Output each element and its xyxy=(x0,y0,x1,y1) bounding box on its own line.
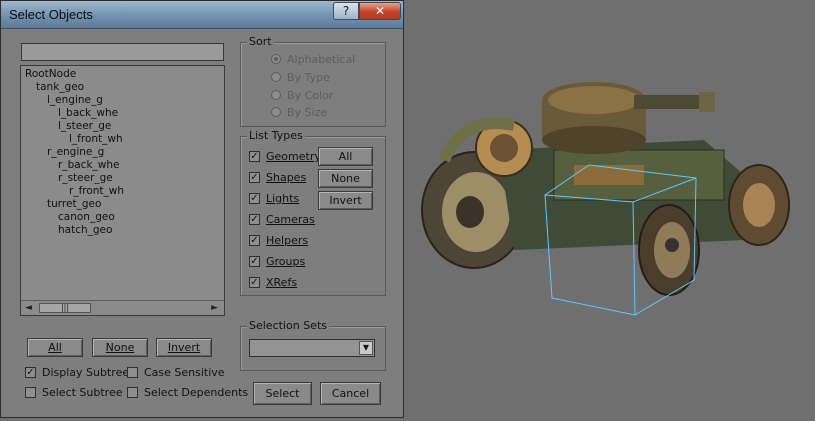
tree-node[interactable]: RootNode xyxy=(25,68,76,81)
select-button[interactable]: Select xyxy=(253,382,312,405)
list-type-xrefs-checkbox[interactable]: ✓ xyxy=(249,277,260,288)
list-type-geometry-checkbox[interactable]: ✓ xyxy=(249,151,260,162)
scroll-right-icon[interactable]: ► xyxy=(211,303,218,313)
horizontal-scrollbar[interactable]: ◄ ||| ► xyxy=(21,300,224,315)
help-button[interactable]: ? xyxy=(333,2,359,20)
tree-node[interactable]: r_steer_ge xyxy=(58,172,113,185)
select-dependents-label: Select Dependents xyxy=(144,386,249,399)
tree-node[interactable]: r_engine_g xyxy=(47,146,104,159)
tree-node[interactable]: l_engine_g xyxy=(47,94,103,107)
close-button[interactable]: ✕ xyxy=(359,2,401,20)
chevron-down-icon[interactable]: ▼ xyxy=(359,341,373,355)
tree-node[interactable]: tank_geo xyxy=(36,81,84,94)
case-sensitive-checkbox[interactable] xyxy=(127,367,138,378)
tree-node[interactable]: turret_geo xyxy=(47,198,101,211)
list-type-shapes-checkbox[interactable]: ✓ xyxy=(249,172,260,183)
select-objects-dialog: Select Objects ? ✕ RootNode tank_geo l_eng… xyxy=(0,0,404,418)
sort-title: Sort xyxy=(247,35,274,48)
types-all-button[interactable]: All xyxy=(318,147,373,166)
list-type-cameras-checkbox[interactable]: ✓ xyxy=(249,214,260,225)
select-none-button[interactable]: None xyxy=(92,338,148,357)
tree-node[interactable]: l_front_wh xyxy=(69,133,123,146)
scroll-thumb[interactable]: ||| xyxy=(39,303,91,313)
tree-node[interactable]: l_back_whe xyxy=(58,107,118,120)
case-sensitive-label: Case Sensitive xyxy=(144,366,225,379)
list-type-cameras-label: Cameras xyxy=(266,213,315,226)
sort-by-type-label: By Type xyxy=(287,71,330,84)
list-type-helpers-label: Helpers xyxy=(266,234,309,247)
tree-node[interactable]: l_steer_ge xyxy=(58,120,111,133)
tree-node[interactable]: hatch_geo xyxy=(58,224,112,237)
tank-model xyxy=(421,82,790,316)
sort-by-size-radio[interactable] xyxy=(271,107,281,117)
select-dependents-checkbox[interactable] xyxy=(127,387,138,398)
display-subtree-checkbox[interactable]: ✓ xyxy=(25,367,36,378)
sort-alphabetical-radio[interactable] xyxy=(271,54,281,64)
types-invert-button[interactable]: Invert xyxy=(318,191,373,210)
tree-node[interactable]: canon_geo xyxy=(58,211,115,224)
tree-node[interactable]: r_front_wh xyxy=(69,185,124,198)
list-type-geometry-label: Geometry xyxy=(266,150,321,163)
search-input[interactable] xyxy=(21,43,224,61)
select-subtree-checkbox[interactable] xyxy=(25,387,36,398)
sort-by-size-label: By Size xyxy=(287,106,328,119)
list-type-shapes-label: Shapes xyxy=(266,171,307,184)
object-tree[interactable]: RootNode tank_geo l_engine_g l_back_whe l_st… xyxy=(20,65,225,316)
select-subtree-label: Select Subtree xyxy=(42,386,123,399)
selection-sets-title: Selection Sets xyxy=(247,319,329,332)
select-all-button[interactable]: All xyxy=(27,338,83,357)
dialog-title: Select Objects xyxy=(9,7,93,22)
types-none-button[interactable]: None xyxy=(318,169,373,188)
list-type-xrefs-label: XRefs xyxy=(266,276,298,289)
sort-alphabetical-label: Alphabetical xyxy=(287,53,356,66)
tree-node[interactable]: r_back_whe xyxy=(58,159,119,172)
viewport-3d-scene[interactable] xyxy=(404,0,815,418)
display-subtree-label: Display Subtree xyxy=(42,366,130,379)
list-type-groups-checkbox[interactable]: ✓ xyxy=(249,256,260,267)
selection-sets-dropdown[interactable]: ▼ xyxy=(249,339,375,357)
list-type-lights-checkbox[interactable]: ✓ xyxy=(249,193,260,204)
sort-by-type-radio[interactable] xyxy=(271,72,281,82)
cancel-button[interactable]: Cancel xyxy=(320,382,381,405)
list-type-lights-label: Lights xyxy=(266,192,300,205)
sort-by-color-label: By Color xyxy=(287,89,334,102)
sort-by-color-radio[interactable] xyxy=(271,90,281,100)
list-types-title: List Types xyxy=(247,129,305,142)
select-invert-button[interactable]: Invert xyxy=(156,338,212,357)
list-type-helpers-checkbox[interactable]: ✓ xyxy=(249,235,260,246)
list-type-groups-label: Groups xyxy=(266,255,306,268)
titlebar[interactable]: Select Objects ? ✕ xyxy=(1,1,403,29)
scroll-left-icon[interactable]: ◄ xyxy=(25,303,32,313)
